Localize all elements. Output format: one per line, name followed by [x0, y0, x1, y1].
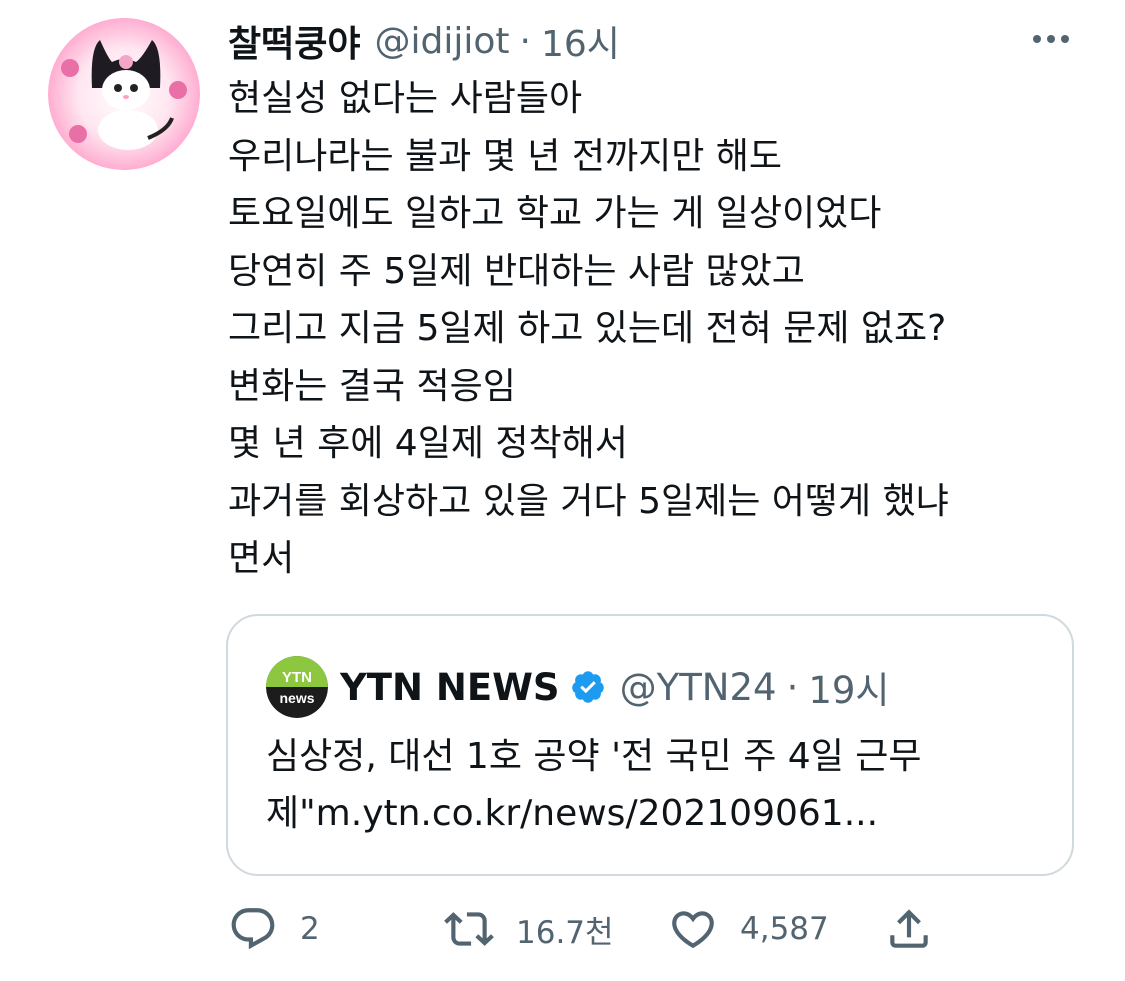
quoted-tweet-header: YTN NEWS @YTN24 · 19시: [340, 656, 889, 718]
tweet-timestamp[interactable]: 16시: [541, 15, 620, 67]
ytn-avatar[interactable]: YTN news: [266, 656, 328, 718]
share-button[interactable]: [884, 898, 934, 960]
reply-count: 2: [300, 911, 320, 947]
quoted-header-separator: ·: [786, 665, 799, 709]
tweet-text-line: 몇 년 후에 4일제 정착해서: [228, 423, 628, 464]
tweet-text-line: 우리나라는 불과 몇 년 전까지만 해도: [228, 135, 783, 177]
share-icon: [890, 909, 928, 948]
quoted-text-line: 심상정, 대선 1호 공약 '전 국민 주 4일 근무: [266, 736, 922, 777]
reply-button[interactable]: 2: [228, 898, 320, 960]
quoted-user-handle[interactable]: @YTN24: [620, 666, 777, 709]
tweet-text: 현실성 없다는 사람들아 우리나라는 불과 몇 년 전까지만 해도 토요일에도 …: [228, 70, 1088, 588]
retweet-count: 16.7천: [516, 914, 614, 951]
avatar[interactable]: [48, 18, 200, 170]
retweet-button[interactable]: 16.7천: [444, 898, 614, 960]
tweet-text-line: 토요일에도 일하고 학교 가는 게 일상이었다: [228, 193, 882, 234]
tweet-text-line: 당연히 주 5일제 반대하는 사람 많았고: [228, 250, 805, 292]
tweet-text-line: 현실성 없다는 사람들아: [228, 78, 583, 119]
user-handle[interactable]: @idijiot: [374, 21, 509, 62]
tweet-text-line: 변화는 결국 적응임: [228, 365, 516, 407]
tweet-text-line: 그리고 지금 5일제 하고 있는데 전혀 문제 없죠?: [228, 308, 947, 349]
heart-icon: [672, 911, 714, 949]
kuromi-figure-avatar: [48, 18, 200, 170]
display-name[interactable]: 찰떡쿵야: [228, 15, 360, 67]
tweet-text-line: 과거를 회상하고 있을 거다 5일제는 어떻게 했냐: [228, 480, 949, 522]
quoted-text-line: 제"m.ytn.co.kr/news/202109061...: [266, 793, 879, 834]
quoted-display-name[interactable]: YTN NEWS: [340, 666, 560, 709]
tweet-action-bar: 2 16.7천 4,587: [228, 898, 988, 960]
like-count: 4,587: [740, 911, 829, 947]
ytn-logo-text-top: YTN: [282, 669, 312, 686]
header-separator: ·: [519, 20, 531, 62]
quoted-timestamp[interactable]: 19시: [808, 660, 889, 714]
more-options-button[interactable]: [1029, 26, 1073, 52]
quoted-tweet-card[interactable]: YTN news YTN NEWS @YTN24 · 19시 심상정, 대선 1…: [226, 614, 1074, 876]
tweet-text-line: 면서: [228, 538, 295, 579]
ytn-logo-icon: YTN news: [266, 656, 328, 718]
ytn-logo-text-bottom: news: [279, 690, 314, 706]
verified-badge-icon: [571, 671, 604, 703]
like-button[interactable]: 4,587: [668, 898, 829, 960]
reply-icon: [231, 908, 275, 950]
tweet-header: 찰떡쿵야 @idijiot · 16시: [228, 14, 620, 68]
retweet-icon: [444, 912, 494, 946]
quoted-tweet-text: 심상정, 대선 1호 공약 '전 국민 주 4일 근무 제"m.ytn.co.k…: [266, 728, 1056, 842]
more-dots-icon: [1033, 35, 1069, 43]
